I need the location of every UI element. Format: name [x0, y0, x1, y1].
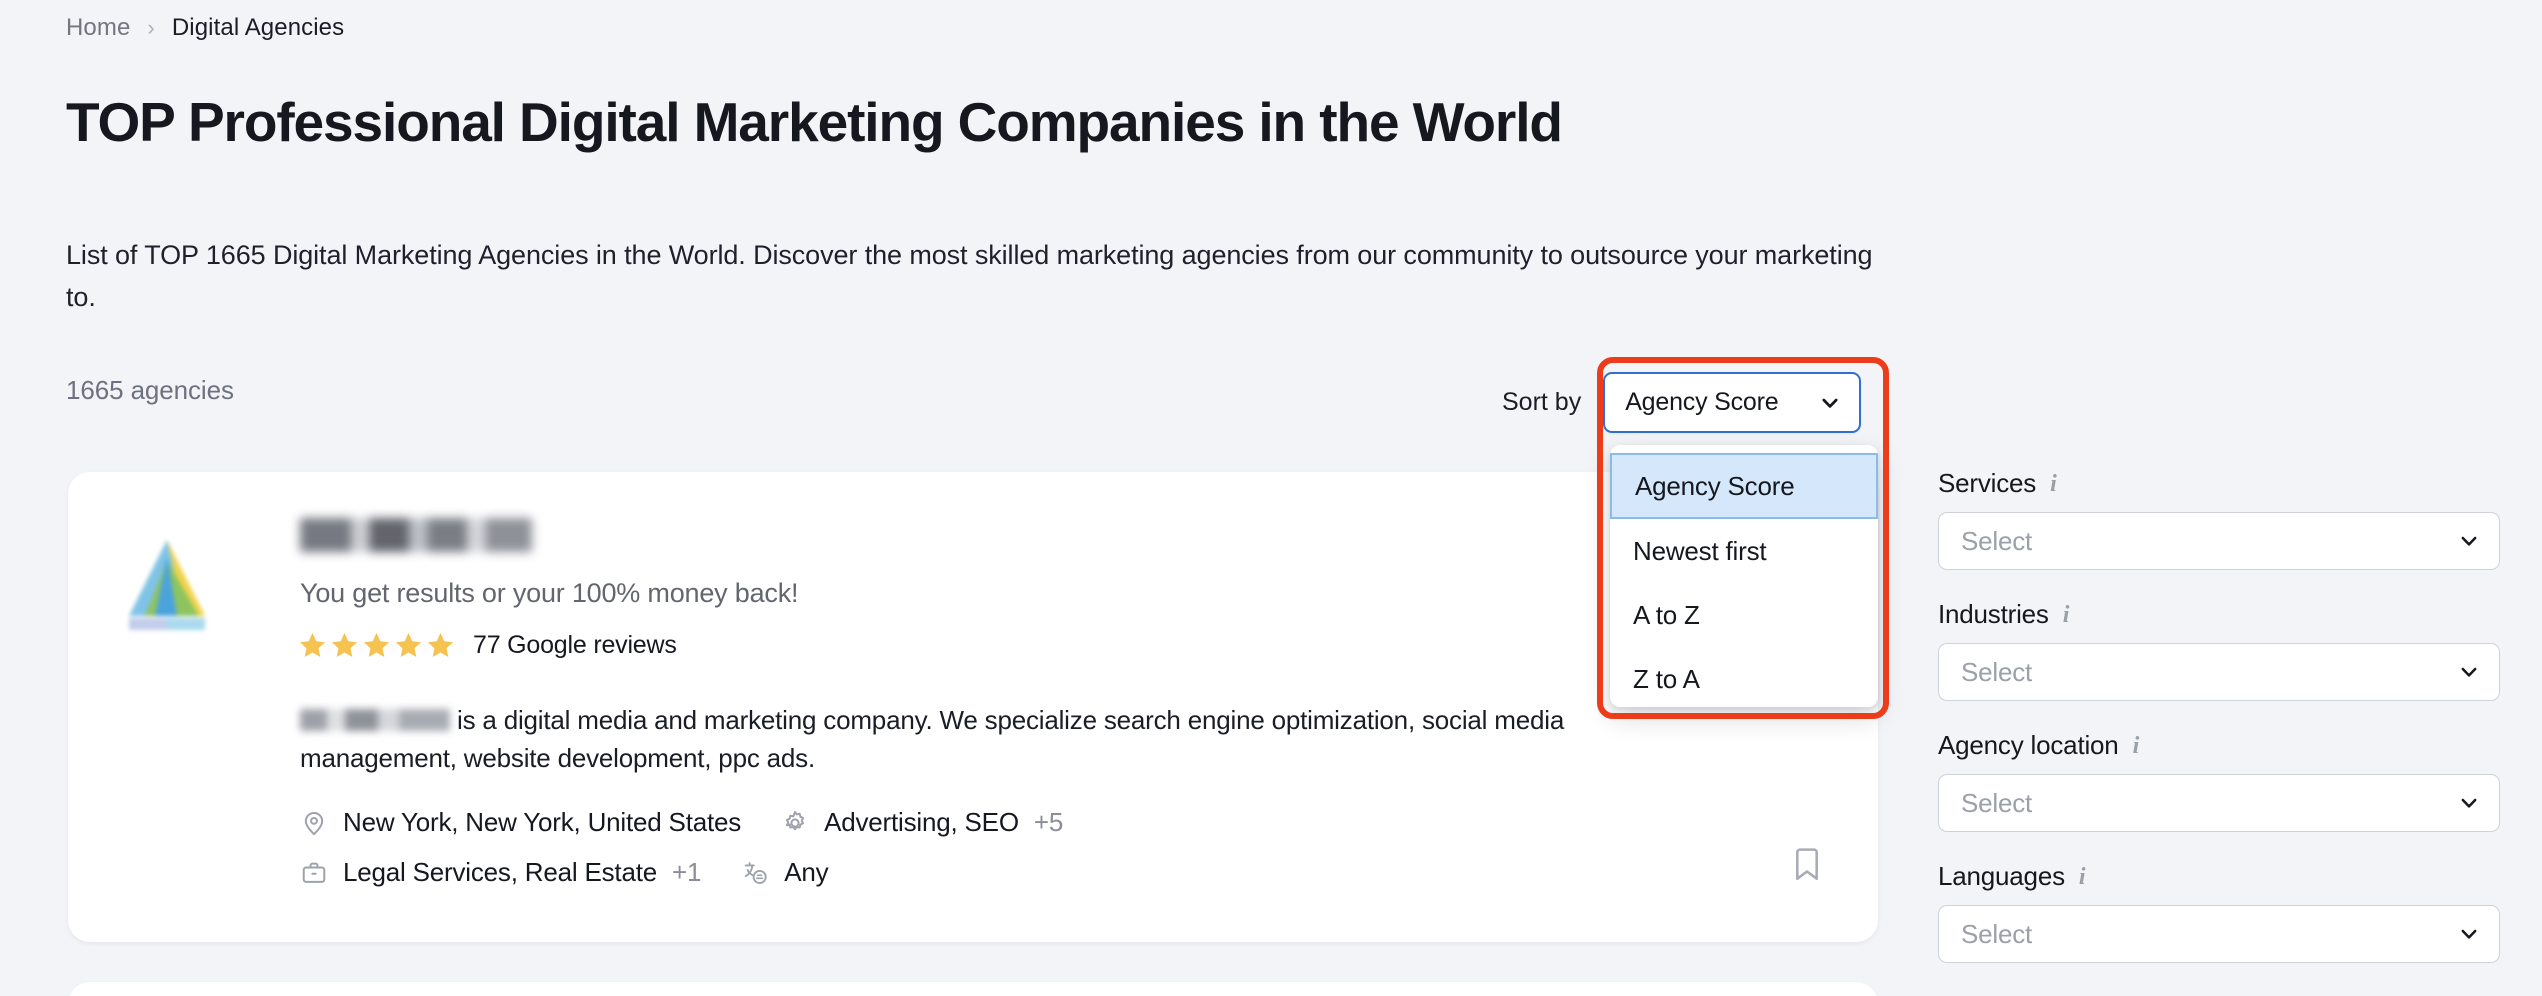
filter-select-languages[interactable]: Select [1938, 905, 2500, 963]
info-icon[interactable]: i [2079, 865, 2086, 889]
bookmark-button[interactable] [1790, 847, 1824, 883]
page-title: TOP Professional Digital Marketing Compa… [66, 91, 1563, 153]
agency-services-text: Advertising, SEO [824, 807, 1019, 837]
filter-label-agency-location: Agency location [1938, 730, 2119, 760]
breadcrumb-item-home[interactable]: Home [66, 14, 130, 42]
agency-location: New York, New York, United States [300, 807, 741, 838]
agency-location-text: New York, New York, United States [343, 807, 742, 837]
chevron-down-icon [2458, 530, 2480, 552]
page-description: List of TOP 1665 Digital Marketing Agenc… [66, 240, 1873, 312]
sort-option-z-to-a[interactable]: Z to A [1610, 647, 1878, 707]
chevron-down-icon [2458, 792, 2480, 814]
google-reviews-count: 77 Google reviews [473, 631, 677, 659]
star-icon [298, 631, 327, 660]
star-icon [426, 631, 455, 660]
star-icon [394, 631, 423, 660]
filter-select-services[interactable]: Select [1938, 512, 2500, 570]
languages-icon [741, 859, 769, 887]
filter-label-industries: Industries [1938, 599, 2049, 629]
chevron-down-icon [2458, 923, 2480, 945]
agency-description: is a digital media and marketing company… [300, 702, 1720, 778]
agency-industries-text: Legal Services, Real Estate [343, 857, 657, 887]
breadcrumb: Home › Digital Agencies [66, 14, 344, 42]
agency-services: Advertising, SEO +5 [781, 807, 1063, 838]
chevron-down-icon [1819, 392, 1841, 414]
agency-meta-row: New York, New York, United States Advert… [300, 807, 1063, 838]
filter-header: Languages i [1938, 861, 2500, 892]
chevron-down-icon [2458, 661, 2480, 683]
briefcase-icon [300, 859, 328, 887]
agency-card-next[interactable] [68, 982, 1878, 996]
sort-option-a-to-z[interactable]: A to Z [1610, 583, 1878, 647]
info-icon[interactable]: i [2133, 734, 2140, 758]
filter-group-services: Services i Select [1938, 468, 2500, 570]
sort-dropdown-menu[interactable]: Agency Score Newest first A to Z Z to A [1610, 445, 1878, 707]
agency-name-redacted-inline [300, 709, 450, 731]
filter-header: Services i [1938, 468, 2500, 499]
agency-rating: 77 Google reviews [298, 631, 677, 660]
filter-select-industries-value: Select [1961, 656, 2033, 687]
info-icon[interactable]: i [2063, 603, 2070, 627]
bookmark-icon [1796, 848, 1818, 880]
sort-option-newest-first[interactable]: Newest first [1610, 519, 1878, 583]
page-root: Home › Digital Agencies TOP Professional… [0, 0, 2542, 996]
sort-select[interactable]: Agency Score [1603, 372, 1862, 433]
filter-select-industries[interactable]: Select [1938, 643, 2500, 701]
gear-icon [781, 809, 809, 837]
filter-label-services: Services [1938, 468, 2037, 498]
location-pin-icon [300, 809, 328, 837]
results-count: 1665 agencies [66, 375, 234, 405]
star-icon [362, 631, 391, 660]
filter-group-industries: Industries i Select [1938, 599, 2500, 701]
agency-meta-row: Legal Services, Real Estate +1 Any [300, 857, 1063, 888]
filter-group-languages: Languages i Select [1938, 861, 2500, 963]
agency-industries-more: +1 [672, 857, 702, 887]
filter-select-languages-value: Select [1961, 918, 2033, 949]
agency-industries: Legal Services, Real Estate +1 [300, 857, 701, 888]
agency-meta: New York, New York, United States Advert… [300, 807, 1063, 888]
agency-name-redacted [300, 518, 532, 552]
breadcrumb-separator-icon: › [147, 15, 155, 40]
filter-group-agency-location: Agency location i Select [1938, 730, 2500, 832]
info-icon[interactable]: i [2050, 472, 2057, 496]
star-rating [298, 631, 455, 660]
filter-header: Industries i [1938, 599, 2500, 630]
filter-select-agency-location-value: Select [1961, 787, 2033, 818]
sort-select-value: Agency Score [1625, 388, 1779, 416]
star-icon [330, 631, 359, 660]
sort-by-label: Sort by [1502, 388, 1582, 416]
agency-tagline: You get results or your 100% money back! [300, 578, 799, 608]
filter-select-services-value: Select [1961, 525, 2033, 556]
agency-services-more: +5 [1033, 807, 1064, 837]
agency-languages-text: Any [784, 857, 829, 887]
agency-languages: Any [741, 857, 829, 888]
sort-option-agency-score[interactable]: Agency Score [1610, 453, 1878, 519]
breadcrumb-item-digital-agencies[interactable]: Digital Agencies [172, 14, 344, 42]
agency-description-text: is a digital media and marketing company… [300, 705, 1565, 773]
sort-control: Sort by Agency Score [1502, 372, 1862, 433]
filters-sidebar: Services i Select Industries i Select Ag… [1938, 468, 2500, 992]
filter-header: Agency location i [1938, 730, 2500, 761]
filter-label-languages: Languages [1938, 861, 2065, 891]
agency-logo-icon [115, 530, 219, 634]
filter-select-agency-location[interactable]: Select [1938, 774, 2500, 832]
